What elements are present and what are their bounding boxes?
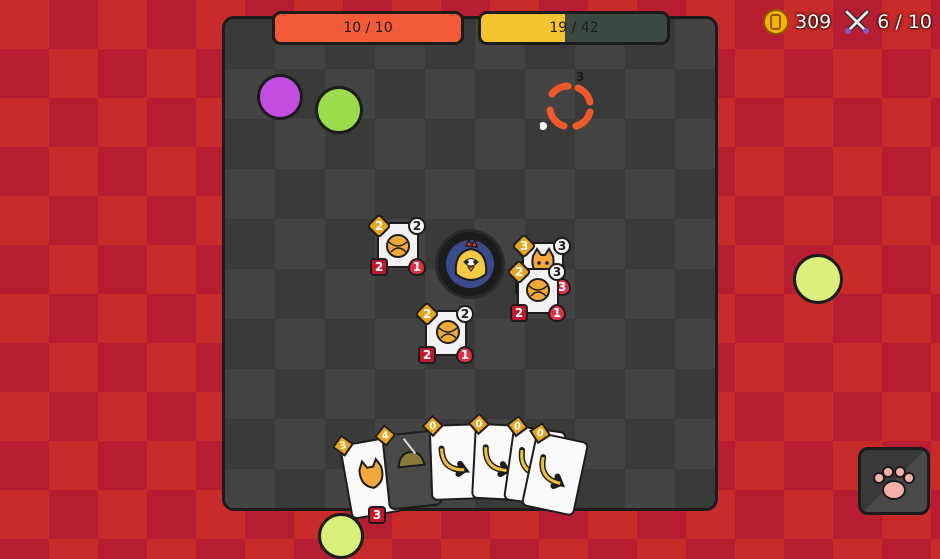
wave-count: 6 / 10: [877, 11, 932, 33]
coin-count: 309: [794, 11, 832, 33]
crossed-swords-icon: [844, 9, 870, 34]
yarn-cat-unit-right[interactable]: 2 3 2 1: [506, 259, 566, 322]
yarn-cat-unit-bottom[interactable]: 2 2 2 1: [414, 301, 474, 364]
unit-hp-badge: 1: [548, 304, 566, 322]
unit-dmg-badge: 2: [370, 258, 388, 276]
unit-dmg-badge: 2: [418, 346, 436, 364]
unit-shield-badge: 2: [408, 217, 426, 235]
xp-bar-text: 19 / 42: [549, 20, 599, 36]
paw-button[interactable]: [858, 447, 930, 515]
chicken-icon: [454, 240, 488, 281]
purple-ball: [257, 74, 303, 120]
xp-bar: 19 / 42: [478, 11, 670, 45]
hud-stats: 309 6 / 10: [762, 8, 932, 36]
enemy-spawn-count: 3: [576, 70, 585, 84]
green-ball: [315, 86, 363, 134]
hero-chicken[interactable]: [435, 229, 505, 299]
coin-icon: [762, 9, 789, 35]
unit-hp-badge: 1: [456, 346, 474, 364]
unit-dmg-badge: 2: [510, 304, 528, 322]
yarn-cat-unit-left[interactable]: 2 2 2 1: [366, 213, 426, 276]
unit-hp-badge: 1: [408, 258, 426, 276]
unit-shield-badge: 3: [548, 263, 566, 281]
unit-shield-badge: 2: [456, 305, 474, 323]
light-green-ball: [318, 513, 364, 559]
curved-arrow-icon: [539, 454, 566, 489]
yellow-ball: [793, 254, 843, 304]
unit-shield-badge: 3: [553, 237, 571, 255]
enemy-spawn-icon: [540, 82, 594, 130]
paw-icon: [873, 466, 915, 500]
health-bar-text: 10 / 10: [343, 20, 393, 36]
hand-count-badge: 3: [368, 506, 386, 524]
health-bar: 10 / 10: [272, 11, 464, 45]
